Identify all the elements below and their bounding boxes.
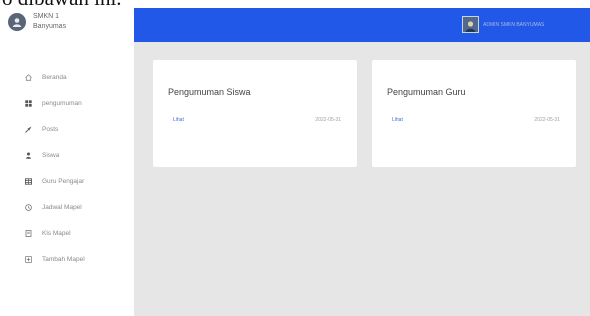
sidebar-item-label: Jadwal Mapel [42, 203, 82, 211]
card-date: 2022-05-31 [534, 117, 560, 123]
sidebar-item-guru-pengajar[interactable]: Guru Pengajar [24, 168, 85, 194]
sidebar-item-label: Siswa [42, 151, 60, 159]
brand-line-2: Banyumas [33, 23, 67, 30]
card-date: 2022-05-31 [315, 117, 341, 123]
user-icon [24, 152, 32, 159]
grid-icon [24, 99, 32, 107]
sidebar: SMKN 1 Banyumas Beranda pengumuman Posts… [0, 8, 134, 316]
main-content: Pengumuman Siswa Lihat 2022-05-31 Pengum… [134, 42, 590, 316]
sidebar-item-label: Kls Mapel [42, 229, 71, 237]
sidebar-nav: Beranda pengumuman Posts Siswa Guru Peng… [24, 64, 85, 272]
pin-icon [24, 126, 32, 133]
plus-icon [24, 255, 32, 263]
top-navbar: ADMIN SMKN BANYUMAS [134, 8, 590, 42]
sidebar-item-tambah-mapel[interactable]: Tambah Mapel [24, 246, 85, 272]
document-caption: o dibawah ini. [0, 0, 590, 9]
sidebar-item-beranda[interactable]: Beranda [24, 64, 85, 90]
sidebar-item-kls-mapel[interactable]: Kls Mapel [24, 220, 85, 246]
brand-name: SMKN 1 Banyumas [33, 12, 66, 32]
sidebar-item-pengumuman[interactable]: pengumuman [24, 90, 85, 116]
sidebar-item-label: Posts [42, 125, 59, 133]
home-icon [24, 73, 32, 81]
table-icon [24, 177, 32, 185]
user-name: ADMIN SMKN BANYUMAS [483, 21, 545, 28]
school-logo-icon [8, 13, 26, 31]
sidebar-item-posts[interactable]: Posts [24, 116, 85, 142]
clock-icon [24, 203, 32, 211]
sidebar-item-jadwal-mapel[interactable]: Jadwal Mapel [24, 194, 85, 220]
lihat-link[interactable]: Lihat [173, 117, 184, 123]
app-window: SMKN 1 Banyumas Beranda pengumuman Posts… [0, 8, 590, 316]
lihat-link[interactable]: Lihat [392, 117, 403, 123]
card-title: Pengumuman Siswa [168, 87, 251, 97]
sidebar-item-label: Tambah Mapel [42, 255, 85, 263]
book-icon [24, 229, 32, 237]
brand-line-1: SMKN 1 [33, 13, 60, 20]
sidebar-item-label: Guru Pengajar [42, 177, 85, 185]
user-menu[interactable]: ADMIN SMKN BANYUMAS [462, 16, 544, 33]
card-pengumuman-siswa: Pengumuman Siswa Lihat 2022-05-31 [153, 60, 357, 167]
user-avatar [462, 16, 479, 33]
sidebar-item-label: Beranda [42, 73, 67, 81]
sidebar-item-siswa[interactable]: Siswa [24, 142, 85, 168]
sidebar-item-label: pengumuman [42, 99, 82, 107]
card-title: Pengumuman Guru [387, 87, 466, 97]
card-pengumuman-guru: Pengumuman Guru Lihat 2022-05-31 [372, 60, 576, 167]
brand[interactable]: SMKN 1 Banyumas [8, 12, 66, 32]
